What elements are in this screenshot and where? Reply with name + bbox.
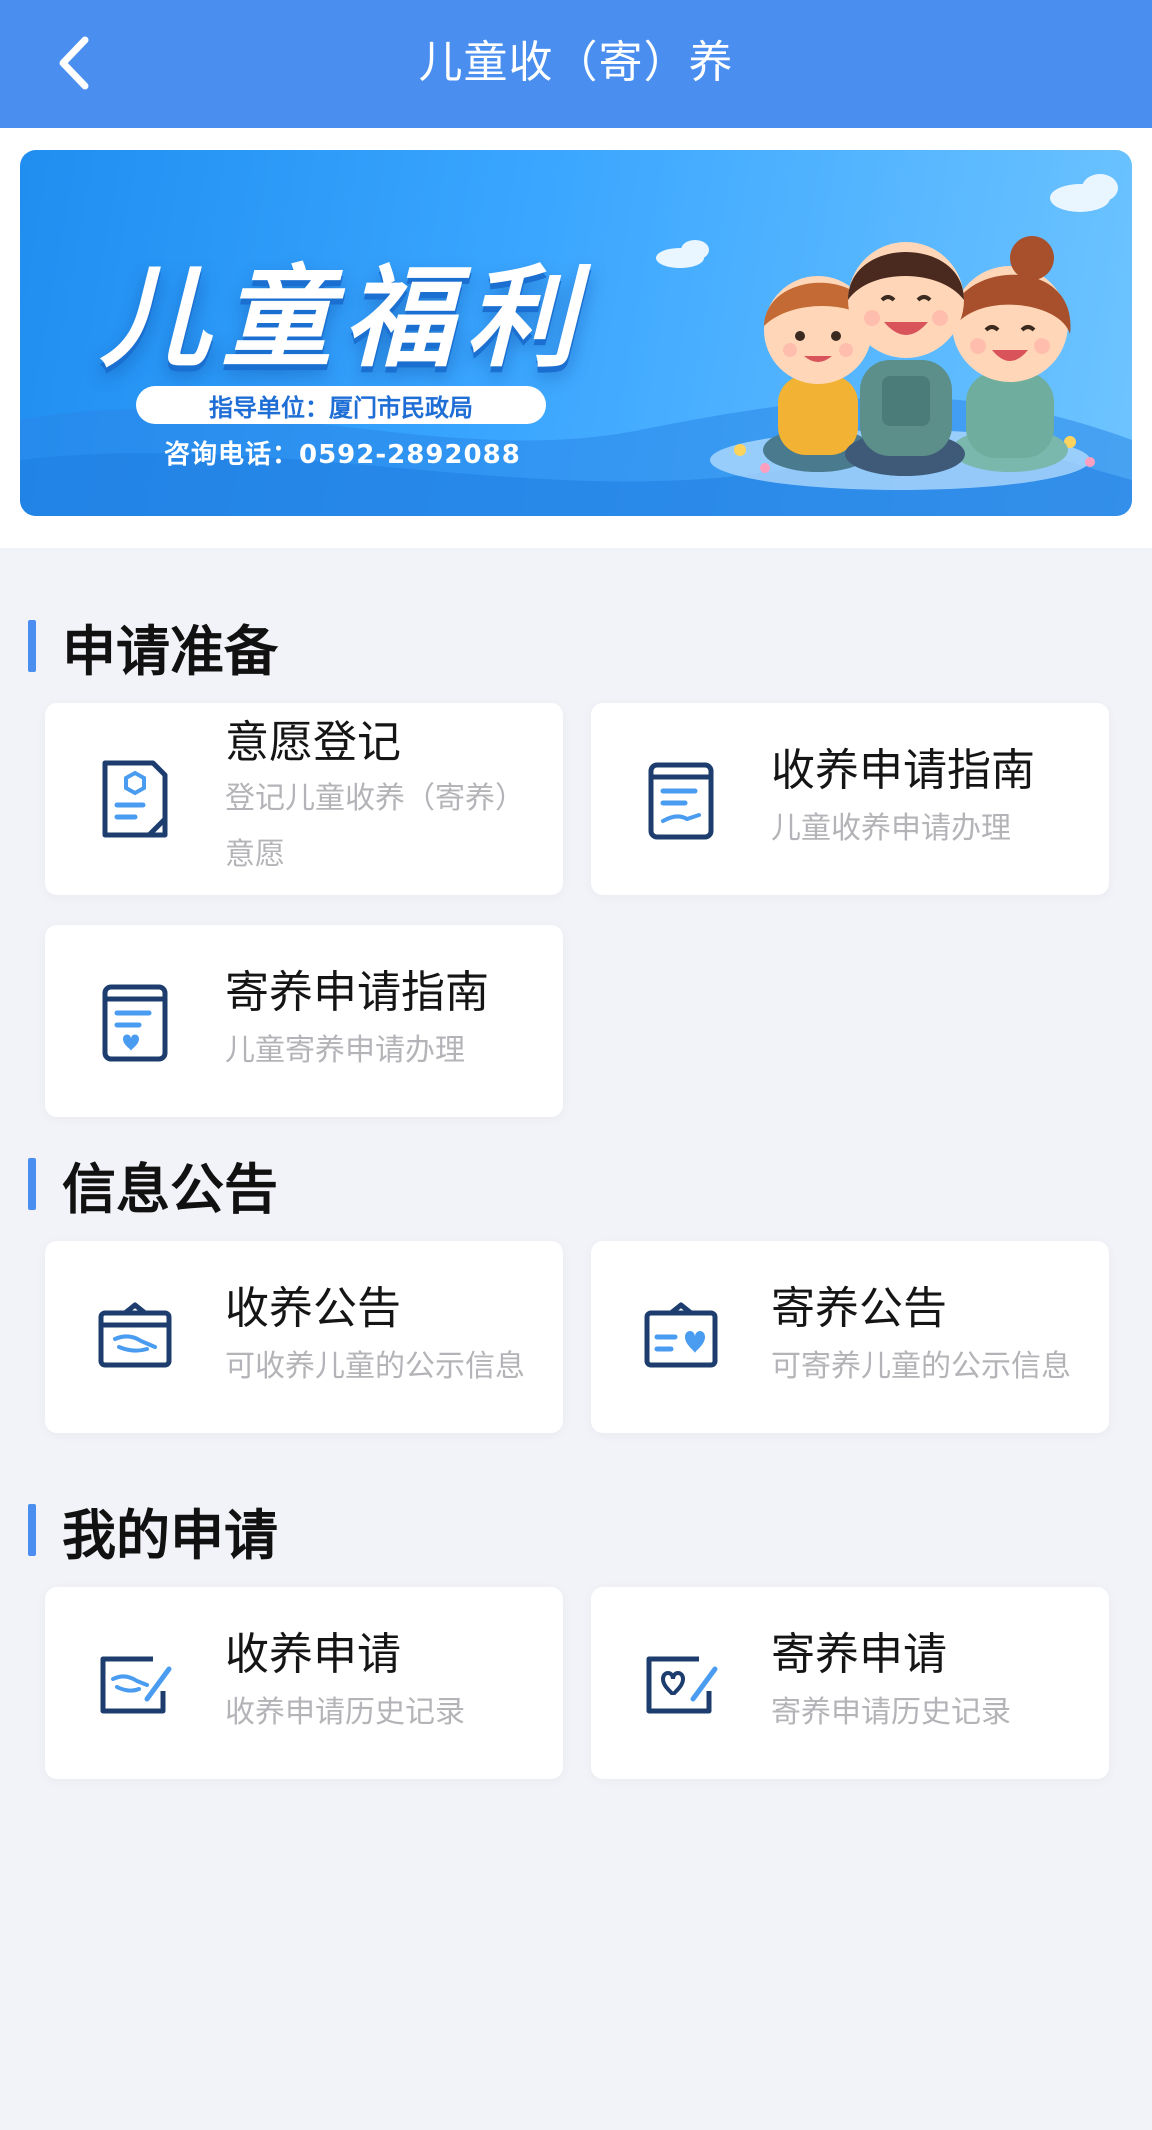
adoption-application-icon	[100, 1656, 172, 1714]
registration-document-icon	[102, 760, 168, 838]
card-title: 收养公告	[225, 1283, 401, 1334]
foster-notice-icon	[644, 1302, 718, 1368]
banner-container: 儿童福利 指导单位：厦门市民政局 咨询电话：0592-2892088	[0, 128, 1152, 548]
card-foster-guide[interactable]: 寄养申请指南 儿童寄养申请办理	[45, 925, 563, 1117]
page-title: 儿童收（寄）养	[418, 37, 734, 88]
card-title: 收养申请	[225, 1629, 401, 1680]
section-header-my-applications: 我的申请	[28, 1500, 278, 1567]
card-subtitle: 儿童寄养申请办理	[225, 1033, 465, 1068]
card-subtitle: 儿童收养申请办理	[771, 811, 1011, 846]
banner-phone: 咨询电话：0592-2892088	[164, 440, 521, 470]
section-header-preparation: 申请准备	[28, 616, 278, 683]
card-foster-notice[interactable]: 寄养公告 可寄养儿童的公示信息	[591, 1241, 1109, 1433]
adoption-notice-icon	[98, 1302, 172, 1368]
banner[interactable]: 儿童福利 指导单位：厦门市民政局 咨询电话：0592-2892088	[20, 150, 1132, 516]
section-accent-bar	[28, 620, 36, 672]
section-title: 申请准备	[62, 619, 278, 683]
section-title: 信息公告	[62, 1157, 278, 1221]
card-intention-registration[interactable]: 意愿登记 登记儿童收养（寄养）意愿	[45, 703, 563, 895]
adoption-guide-icon	[648, 762, 714, 840]
card-subtitle: 登记儿童收养（寄养）意愿	[225, 781, 525, 872]
section-title: 我的申请	[62, 1503, 278, 1567]
card-title: 意愿登记	[225, 717, 401, 768]
card-adoption-guide[interactable]: 收养申请指南 儿童收养申请办理	[591, 703, 1109, 895]
card-title: 收养申请指南	[771, 745, 1035, 796]
foster-guide-icon	[102, 984, 168, 1062]
section-header-announcements: 信息公告	[28, 1154, 278, 1221]
card-subtitle: 可寄养儿童的公示信息	[771, 1349, 1071, 1384]
top-navigation-bar: 儿童收（寄）养	[0, 0, 1152, 128]
card-subtitle: 可收养儿童的公示信息	[225, 1349, 525, 1384]
banner-guide-unit: 指导单位：厦门市民政局	[136, 386, 546, 424]
card-subtitle: 收养申请历史记录	[225, 1695, 465, 1730]
card-adoption-application[interactable]: 收养申请 收养申请历史记录	[45, 1587, 563, 1779]
banner-title: 儿童福利	[100, 254, 588, 382]
foster-application-icon	[646, 1656, 718, 1714]
card-title: 寄养申请指南	[225, 967, 489, 1018]
card-subtitle: 寄养申请历史记录	[771, 1695, 1011, 1730]
section-accent-bar	[28, 1504, 36, 1556]
card-foster-application[interactable]: 寄养申请 寄养申请历史记录	[591, 1587, 1109, 1779]
card-title: 寄养公告	[771, 1283, 947, 1334]
card-title: 寄养申请	[771, 1629, 947, 1680]
card-adoption-notice[interactable]: 收养公告 可收养儿童的公示信息	[45, 1241, 563, 1433]
section-accent-bar	[28, 1158, 36, 1210]
